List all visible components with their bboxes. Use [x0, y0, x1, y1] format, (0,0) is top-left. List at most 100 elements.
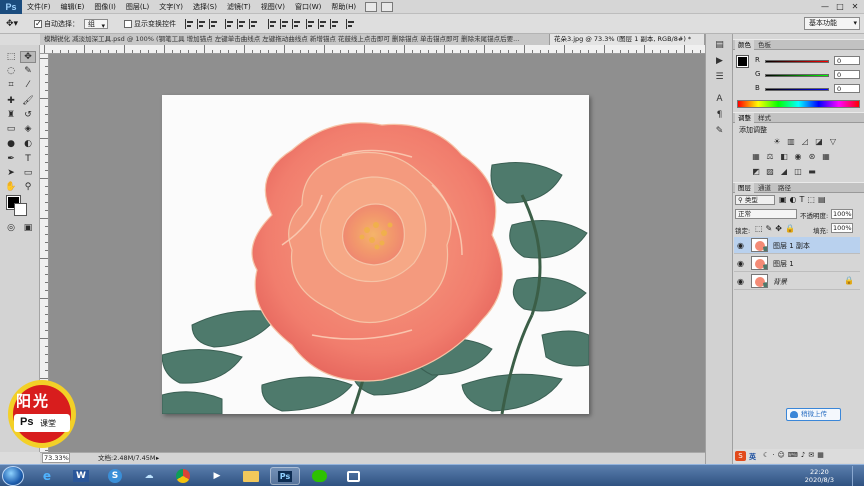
blue-track[interactable]: [765, 88, 829, 91]
distribute-left-icon[interactable]: [306, 19, 315, 29]
exposure-icon[interactable]: ◪: [814, 137, 824, 146]
minibridge-icon[interactable]: [381, 1, 394, 12]
paragraph-panel-icon[interactable]: ¶: [713, 110, 726, 121]
layer-name[interactable]: 图层 1 副本: [773, 241, 810, 251]
tab-adjustments[interactable]: 调整: [735, 113, 754, 123]
tab-styles[interactable]: 样式: [755, 113, 774, 123]
lock-icons[interactable]: ⬚✎✥🔒: [755, 224, 798, 233]
curves-icon[interactable]: ◿: [800, 137, 810, 146]
sogou-ime-icon[interactable]: S: [735, 451, 746, 461]
quick-select-tool-icon[interactable]: ✎: [20, 65, 36, 77]
posterize-icon[interactable]: ▨: [765, 167, 775, 176]
brightness-contrast-icon[interactable]: ☀: [772, 137, 782, 146]
status-menu-arrow-icon[interactable]: ▸: [156, 453, 159, 464]
hand-tool-icon[interactable]: ✋: [3, 181, 19, 193]
menu-window[interactable]: 窗口(W): [290, 2, 326, 12]
layer-name[interactable]: 背景: [773, 277, 787, 287]
layer-filter-dropdown[interactable]: ⚲ 类型: [735, 195, 775, 205]
gradient-map-icon[interactable]: ▬: [807, 167, 817, 176]
rose-image[interactable]: [162, 95, 589, 414]
levels-icon[interactable]: ▥: [786, 137, 796, 146]
ie-browser-icon[interactable]: e: [32, 467, 62, 485]
dodge-tool-icon[interactable]: ◐: [20, 138, 36, 150]
crop-tool-icon[interactable]: ⌗: [3, 79, 19, 91]
visibility-eye-icon[interactable]: ◉: [737, 277, 744, 286]
blue-slider[interactable]: B 0: [755, 84, 861, 94]
move-tool-icon[interactable]: ✥: [20, 51, 36, 63]
type-tool-icon[interactable]: T: [20, 153, 36, 165]
baidu-netdisk-icon[interactable]: ☁: [134, 467, 164, 485]
menu-type[interactable]: 文字(Y): [154, 2, 188, 12]
menu-file[interactable]: 文件(F): [22, 2, 56, 12]
bridge-icon[interactable]: [365, 1, 378, 12]
visibility-eye-icon[interactable]: ◉: [737, 241, 744, 250]
ime-tool-icons[interactable]: ☾·☺⌨♪✉▦: [763, 451, 827, 459]
minimize-button[interactable]: —: [818, 1, 832, 12]
color-spectrum-bar[interactable]: [737, 100, 860, 108]
red-slider[interactable]: R 0: [755, 56, 861, 66]
fill-field[interactable]: 100%: [831, 223, 853, 233]
maximize-button[interactable]: □: [833, 1, 847, 12]
history-brush-tool-icon[interactable]: ↺: [20, 109, 36, 121]
tab-flower-document[interactable]: 花朵3.jpg @ 73.3% (图层 1 副本, RGB/8#) *: [550, 34, 705, 45]
system-clock[interactable]: 22:20 2020/8/3: [805, 468, 834, 484]
align-hcenter-icon[interactable]: [237, 19, 246, 29]
zoom-tool-icon[interactable]: ⚲: [20, 181, 36, 193]
visibility-eye-icon[interactable]: ◉: [737, 259, 744, 268]
tab-channels[interactable]: 通道: [755, 183, 774, 193]
distribute-hcenter-icon[interactable]: [318, 19, 327, 29]
eraser-tool-icon[interactable]: ▭: [3, 123, 19, 135]
color-lookup-icon[interactable]: ▦: [821, 152, 831, 161]
selective-color-icon[interactable]: ◫: [793, 167, 803, 176]
layer-row[interactable]: ◉ 图层 1: [734, 255, 860, 272]
menu-image[interactable]: 图像(I): [89, 2, 121, 12]
green-value[interactable]: 0: [834, 70, 860, 79]
move-tool-preset-icon[interactable]: ✥▾: [6, 18, 18, 30]
pen-tool-icon[interactable]: ✒: [3, 153, 19, 165]
tab-psd-document[interactable]: 模糊锐化 减淡加深工具.psd @ 100% (钢笔工具 增加锚点 左键单击曲线…: [40, 34, 550, 45]
color-foreground-swatch[interactable]: [736, 55, 749, 68]
distribute-bottom-icon[interactable]: [292, 19, 301, 29]
green-track[interactable]: [765, 74, 829, 77]
brush-tool-icon[interactable]: 🖌: [20, 95, 36, 107]
color-balance-icon[interactable]: ⚖: [765, 152, 775, 161]
align-bottom-icon[interactable]: [209, 19, 218, 29]
distribute-right-icon[interactable]: [330, 19, 339, 29]
black-white-icon[interactable]: ◧: [779, 152, 789, 161]
file-explorer-icon[interactable]: [236, 467, 266, 485]
layer-name[interactable]: 图层 1: [773, 259, 794, 269]
menu-view[interactable]: 视图(V): [256, 2, 290, 12]
layer-row[interactable]: ◉ 图层 1 副本: [734, 237, 860, 254]
layer-row[interactable]: ◉ 背景 🔒: [734, 273, 860, 290]
character-panel-icon[interactable]: A: [713, 94, 726, 105]
blue-value[interactable]: 0: [834, 84, 860, 93]
red-value[interactable]: 0: [834, 56, 860, 65]
chrome-icon[interactable]: [168, 467, 198, 485]
channel-mixer-icon[interactable]: ⊛: [807, 152, 817, 161]
clone-stamp-tool-icon[interactable]: ♜: [3, 109, 19, 121]
close-button[interactable]: ✕: [848, 1, 862, 12]
align-top-icon[interactable]: [185, 19, 194, 29]
workspace-dropdown[interactable]: 基本功能: [804, 17, 860, 30]
menu-select[interactable]: 选择(S): [188, 2, 222, 12]
menu-help[interactable]: 帮助(H): [326, 2, 361, 12]
tab-paths[interactable]: 路径: [775, 183, 794, 193]
tab-swatches[interactable]: 色板: [755, 40, 774, 50]
healing-brush-tool-icon[interactable]: ✚: [3, 95, 19, 107]
shape-tool-icon[interactable]: ▭: [20, 167, 36, 179]
ime-language-label[interactable]: 英: [749, 452, 756, 462]
menu-layer[interactable]: 图层(L): [121, 2, 154, 12]
photo-filter-icon[interactable]: ◉: [793, 152, 803, 161]
show-transform-checkbox[interactable]: 显示变换控件: [124, 18, 176, 30]
blur-tool-icon[interactable]: ●: [3, 138, 19, 150]
threshold-icon[interactable]: ◢: [779, 167, 789, 176]
tab-layers[interactable]: 图层: [735, 183, 754, 193]
path-select-tool-icon[interactable]: ➤: [3, 167, 19, 179]
cloud-upload-button[interactable]: 稍微上传: [786, 408, 841, 421]
sogou-browser-icon[interactable]: S: [100, 467, 130, 485]
align-right-icon[interactable]: [249, 19, 258, 29]
quick-mask-icon[interactable]: ◎: [3, 222, 19, 234]
menu-filter[interactable]: 滤镜(T): [222, 2, 256, 12]
lasso-tool-icon[interactable]: ◌: [3, 65, 19, 77]
blend-mode-dropdown[interactable]: 正常: [735, 209, 797, 219]
